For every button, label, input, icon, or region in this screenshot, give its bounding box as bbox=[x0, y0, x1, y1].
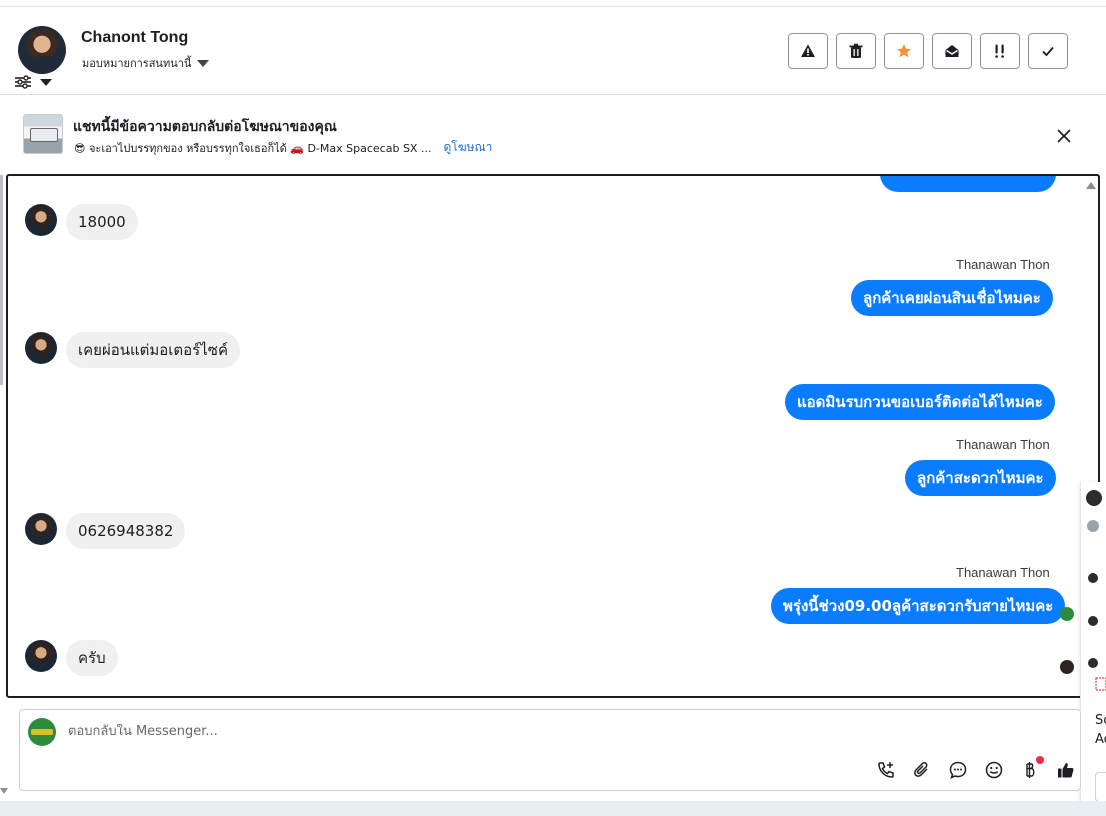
star-button[interactable] bbox=[884, 33, 924, 69]
contact-avatar-small[interactable] bbox=[25, 640, 57, 672]
left-scroll-down-arrow[interactable] bbox=[0, 788, 8, 794]
emoji-button[interactable] bbox=[982, 758, 1006, 782]
scroll-up-arrow[interactable] bbox=[1086, 182, 1096, 189]
message-bubble-incoming[interactable]: เคยผ่อนแต่มอเตอร์ไซค์ bbox=[66, 332, 240, 368]
delete-button[interactable] bbox=[836, 33, 876, 69]
contact-avatar-small[interactable] bbox=[25, 332, 57, 364]
reply-composer bbox=[19, 709, 1081, 791]
contact-avatar-small bbox=[1088, 573, 1098, 583]
composer-tools bbox=[874, 756, 1078, 782]
side-panel-edge: Sc Ac bbox=[1080, 482, 1106, 816]
call-button[interactable] bbox=[874, 758, 898, 782]
message-bubble-incoming[interactable]: 18000 bbox=[66, 204, 138, 240]
follow-up-icon bbox=[995, 44, 1004, 58]
side-panel-text: Ac bbox=[1095, 732, 1106, 747]
close-icon[interactable] bbox=[1056, 128, 1072, 144]
sender-name: Thanawan Thon bbox=[956, 565, 1050, 580]
sender-name: Thanawan Thon bbox=[956, 257, 1050, 272]
chat-bubble-icon bbox=[949, 761, 967, 779]
checklist-icon bbox=[1095, 677, 1106, 691]
chevron-down-icon bbox=[40, 78, 52, 86]
message-bubble-outgoing[interactable]: ลูกค้าเคยผ่อนสินเชื่อไหมคะ bbox=[851, 280, 1053, 316]
message-bubble-incoming[interactable]: 0626948382 bbox=[66, 513, 186, 549]
mark-done-button[interactable] bbox=[1028, 33, 1068, 69]
ad-banner-line: 😎 จะเอาไปบรรทุกของ หรือบรรทุกใจเธอก็ได้ … bbox=[74, 138, 492, 157]
thumbs-up-icon bbox=[1058, 763, 1074, 778]
ad-reply-banner: แชทนี้มีข้อความตอบกลับต่อโฆษณาของคุณ 😎 จ… bbox=[0, 96, 1106, 174]
message-bubble-incoming[interactable]: ครับ bbox=[66, 640, 118, 676]
sliders-icon bbox=[15, 75, 31, 89]
message-bubble-outgoing[interactable]: พรุ่งนี้ช่วง09.00ลูค้าสะดวกรับสายไหมคะ bbox=[771, 588, 1066, 624]
assign-label: มอบหมายการสนทนานี้ bbox=[82, 57, 192, 70]
conversation-page: Chanont Tong มอบหมายการสนทนานี้ แชทนี้มี… bbox=[0, 0, 1106, 816]
contact-avatar-small[interactable] bbox=[25, 513, 57, 545]
chevron-down-icon bbox=[197, 59, 210, 67]
contact-avatar[interactable] bbox=[18, 26, 66, 74]
message-thread[interactable]: 18000 Thanawan Thon ลูกค้าเคยผ่อนสินเชื่… bbox=[6, 174, 1100, 698]
page-avatar bbox=[28, 718, 56, 746]
mark-unread-button[interactable] bbox=[932, 33, 972, 69]
check-icon bbox=[1042, 46, 1054, 57]
smiley-icon bbox=[985, 761, 1003, 779]
message-bubble-outgoing[interactable]: แอดมินรบกวนขอเบอร์ติดต่อได้ไหมคะ bbox=[785, 384, 1055, 420]
page-read-receipt bbox=[1060, 607, 1074, 621]
message-bubble-outgoing-partial[interactable] bbox=[880, 176, 1056, 192]
ad-thumbnail[interactable] bbox=[23, 114, 63, 154]
notification-dot bbox=[1036, 756, 1044, 764]
filter-settings-button[interactable] bbox=[14, 73, 54, 91]
view-ad-link[interactable]: ดูโฆษณา bbox=[443, 138, 492, 157]
attach-button[interactable] bbox=[910, 758, 934, 782]
warning-icon bbox=[801, 44, 815, 57]
saved-replies-button[interactable] bbox=[946, 758, 970, 782]
phone-plus-icon bbox=[878, 762, 894, 778]
sender-name: Thanawan Thon bbox=[956, 437, 1050, 452]
contact-name[interactable]: Chanont Tong bbox=[81, 29, 188, 47]
mark-unread-icon bbox=[945, 45, 959, 57]
contact-avatar-small bbox=[1088, 658, 1098, 668]
star-icon bbox=[897, 44, 911, 58]
ad-banner-text: 😎 จะเอาไปบรรทุกของ หรือบรรทุกใจเธอก็ได้ … bbox=[74, 141, 432, 155]
conversation-header: Chanont Tong มอบหมายการสนทนานี้ bbox=[0, 6, 1106, 95]
paperclip-icon bbox=[914, 762, 928, 777]
contact-read-receipt bbox=[1060, 660, 1074, 674]
report-spam-button[interactable] bbox=[788, 33, 828, 69]
bottom-bar bbox=[0, 801, 1106, 816]
assign-conversation-dropdown[interactable]: มอบหมายการสนทนานี้ bbox=[82, 54, 210, 72]
left-scrollbar[interactable] bbox=[0, 175, 3, 385]
contact-avatar-small[interactable] bbox=[25, 204, 57, 236]
payment-button[interactable] bbox=[1018, 756, 1044, 782]
like-button[interactable] bbox=[1054, 758, 1078, 782]
ad-thumbnail-small[interactable] bbox=[1087, 520, 1099, 532]
ad-banner-title: แชทนี้มีข้อความตอบกลับต่อโฆษณาของคุณ bbox=[73, 119, 337, 135]
contact-avatar-small bbox=[1088, 616, 1098, 626]
contact-avatar-small[interactable] bbox=[1086, 490, 1102, 506]
side-panel-button[interactable] bbox=[1095, 772, 1106, 802]
conversation-actions bbox=[788, 33, 1068, 69]
trash-icon bbox=[849, 43, 863, 58]
reply-input[interactable] bbox=[68, 724, 768, 739]
message-bubble-outgoing[interactable]: ลูกค้าสะดวกไหมคะ bbox=[905, 460, 1056, 496]
follow-up-button[interactable] bbox=[980, 33, 1020, 69]
side-panel-text: Sc bbox=[1095, 713, 1106, 728]
